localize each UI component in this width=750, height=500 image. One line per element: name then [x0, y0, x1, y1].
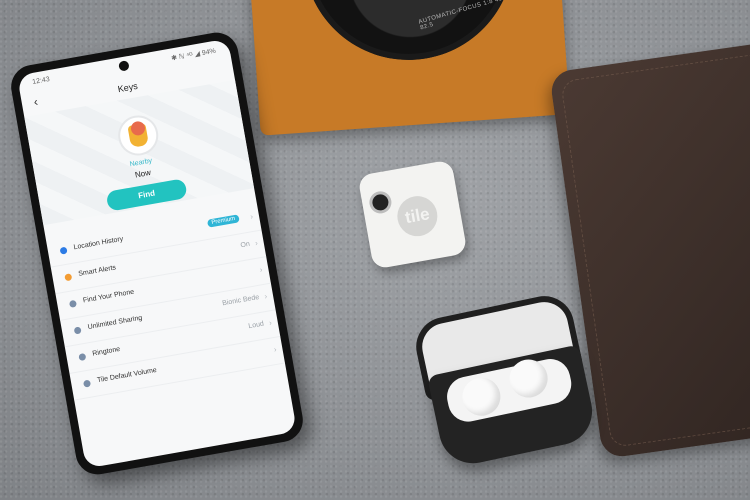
- page-title: Keys: [117, 80, 139, 95]
- chevron-right-icon: ›: [263, 291, 268, 301]
- setting-label: Find Your Phone: [82, 288, 135, 305]
- chevron-right-icon: ›: [254, 238, 259, 248]
- setting-label: Smart Alerts: [77, 264, 117, 278]
- find-button[interactable]: Find: [105, 178, 188, 212]
- setting-value: On: [239, 240, 251, 250]
- setting-icon: [73, 326, 82, 335]
- tile-tracker: tile: [357, 159, 468, 270]
- tile-logo: tile: [394, 193, 441, 240]
- chevron-right-icon: ›: [268, 318, 273, 328]
- settings-list: Location History Premium › Smart Alerts On › F…: [46, 203, 286, 401]
- camera-lens: AUTOMATIC-FOCUS 1:8 48 82.5: [302, 0, 521, 67]
- setting-label: Ringtone: [91, 345, 121, 358]
- status-time: 12:43: [31, 76, 51, 86]
- setting-value: Loud: [247, 320, 265, 331]
- setting-value: Bionic Bede: [221, 293, 260, 308]
- setting-icon: [82, 379, 92, 388]
- setting-label: Tile Default Volume: [96, 366, 158, 385]
- keyring-hole: [371, 193, 390, 212]
- setting-icon: [64, 273, 73, 282]
- chevron-right-icon: ›: [258, 265, 264, 275]
- chevron-left-icon[interactable]: ‹: [33, 94, 39, 108]
- setting-icon: [59, 246, 68, 255]
- status-icons: ✱ ℕ ⁴ᴳ ◢ 94%: [170, 47, 217, 63]
- setting-label: Unlimited Sharing: [87, 314, 143, 332]
- photo-scene: AUTOMATIC-FOCUS 1:8 48 82.5 tile 12:43 ✱…: [0, 0, 750, 500]
- instant-camera: AUTOMATIC-FOCUS 1:8 48 82.5: [249, 0, 571, 136]
- chevron-right-icon: ›: [273, 344, 278, 355]
- keys-avatar: [115, 112, 162, 159]
- premium-badge: Premium: [206, 214, 240, 228]
- setting-label: Location History: [73, 235, 124, 252]
- chevron-right-icon: ›: [249, 211, 254, 222]
- lens-text: AUTOMATIC-FOCUS 1:8 48 82.5: [417, 0, 504, 32]
- setting-icon: [68, 299, 78, 308]
- setting-icon: [78, 352, 87, 362]
